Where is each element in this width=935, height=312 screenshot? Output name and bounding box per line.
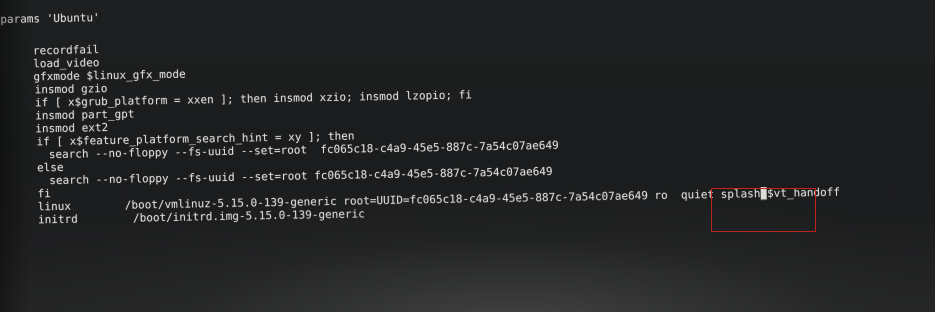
script-line-fi[interactable]: fi [37,187,50,200]
script-line-gfxmode[interactable]: gfxmode $linux_gfx_mode [33,68,186,84]
kernel-args: /boot/vmlinuz-5.15.0-139-generic root=UU… [124,187,761,212]
script-line-search[interactable]: search --no-floppy --fs-uuid --set=root … [49,165,552,187]
initrd-command: initrd [37,212,78,227]
grub-edit-screen: params 'Ubuntu' recordfail load_video gf… [0,0,935,312]
menuentry-header: params 'Ubuntu' [0,11,100,26]
script-line-insmod-part-gpt[interactable]: insmod part_gpt [35,108,135,123]
quiet-splash-highlight-box [711,188,816,232]
grub-editor[interactable]: params 'Ubuntu' recordfail load_video gf… [0,0,935,312]
script-line-else[interactable]: else [37,161,64,174]
linux-command: linux [37,199,72,214]
